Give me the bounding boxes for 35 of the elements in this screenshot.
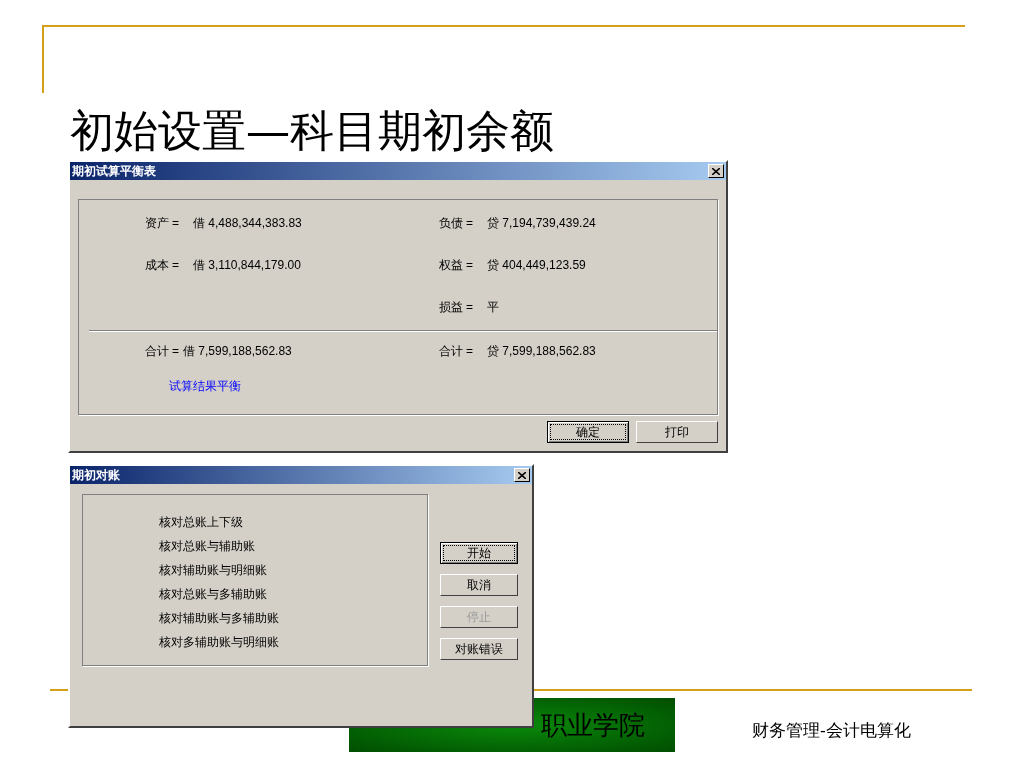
close-button[interactable] — [708, 164, 724, 178]
check-item: 核对辅助账与多辅助账 — [159, 610, 280, 627]
close-button[interactable] — [514, 468, 530, 482]
amount-label: 成本 = — [143, 257, 179, 274]
dialog-button[interactable]: 打印 — [636, 421, 718, 443]
check-item: 核对总账上下级 — [159, 514, 244, 531]
dialog-button[interactable]: 取消 — [440, 574, 518, 596]
window-title: 期初对账 — [72, 467, 120, 484]
close-icon — [712, 167, 720, 175]
check-item: 核对辅助账与明细账 — [159, 562, 268, 579]
amount-label: 权益 = — [437, 257, 473, 274]
amount-value: 贷 7,194,739,439.24 — [487, 215, 596, 232]
amount-label: 资产 = — [143, 215, 179, 232]
banner-text: 职业学院 — [541, 708, 645, 742]
amount-label: 损益 = — [437, 299, 473, 316]
window-title: 期初试算平衡表 — [72, 163, 156, 180]
dialog-button[interactable]: 对账错误 — [440, 638, 518, 660]
check-item: 核对总账与多辅助账 — [159, 586, 268, 603]
result-text: 试算结果平衡 — [169, 378, 241, 395]
amount-value: 借 4,488,344,383.83 — [193, 215, 302, 232]
amount-label: 合计 = — [437, 343, 473, 360]
check-item: 核对总账与辅助账 — [159, 538, 256, 555]
amount-value: 平 — [487, 299, 499, 316]
amount-label: 合计 = — [143, 343, 179, 360]
check-item: 核对多辅助账与明细账 — [159, 634, 280, 651]
amount-label: 负债 = — [437, 215, 473, 232]
slide-title: 初始设置—科目期初余额 — [70, 104, 554, 158]
dialog-button[interactable]: 开始 — [440, 542, 518, 564]
amount-value: 借 3,110,844,179.00 — [193, 257, 301, 274]
amount-value: 贷 404,449,123.59 — [487, 257, 586, 274]
amount-value: 借 7,599,188,562.83 — [183, 343, 292, 360]
close-icon — [518, 471, 526, 479]
amount-value: 贷 7,599,188,562.83 — [487, 343, 596, 360]
dialog-button[interactable]: 确定 — [547, 421, 629, 443]
footer-text: 财务管理-会计电算化 — [752, 719, 911, 742]
